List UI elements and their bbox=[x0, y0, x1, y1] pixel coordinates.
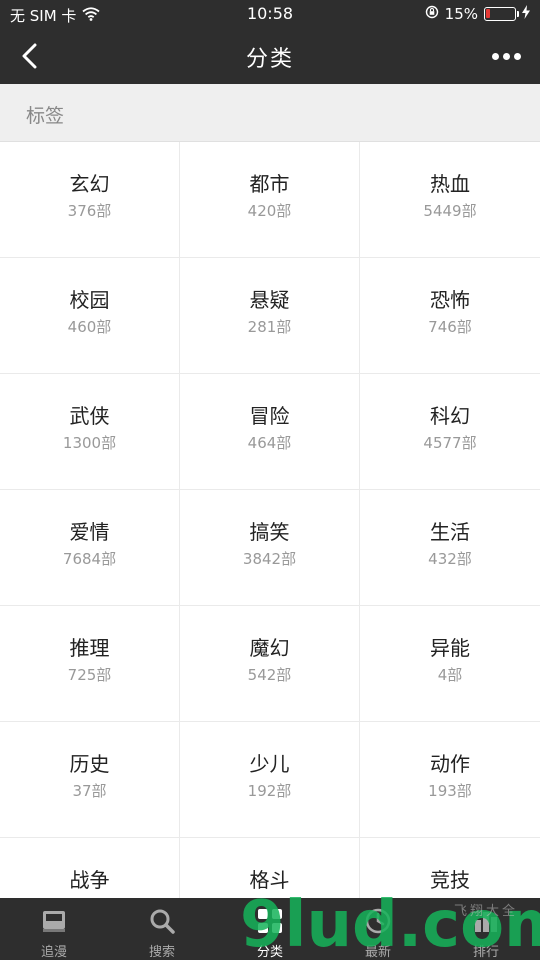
category-cell[interactable]: 动作 193部 bbox=[360, 722, 540, 837]
category-name: 异能 bbox=[430, 636, 470, 660]
tab-book[interactable]: 追漫 bbox=[0, 898, 108, 960]
rotation-lock-icon bbox=[425, 5, 439, 23]
watermark-logo: 9lud.com bbox=[240, 888, 540, 960]
more-dot-icon bbox=[513, 52, 521, 60]
category-count: 5449部 bbox=[423, 202, 477, 220]
category-cell[interactable]: 科幻 4577部 bbox=[360, 374, 540, 489]
category-cell[interactable]: 玄幻 376部 bbox=[0, 142, 179, 257]
battery-icon bbox=[484, 7, 519, 21]
category-cell[interactable]: 悬疑 281部 bbox=[180, 258, 359, 373]
category-count: 4577部 bbox=[423, 434, 477, 452]
category-count: 281部 bbox=[247, 318, 292, 336]
category-cell[interactable]: 武侠 1300部 bbox=[0, 374, 179, 489]
category-name: 少儿 bbox=[249, 752, 290, 776]
category-count: 725部 bbox=[67, 666, 112, 684]
category-count: 464部 bbox=[247, 434, 292, 452]
category-cell[interactable]: 都市 420部 bbox=[180, 142, 359, 257]
category-cell[interactable]: 爱情 7684部 bbox=[0, 490, 179, 605]
category-count: 193部 bbox=[428, 782, 472, 800]
category-name: 科幻 bbox=[430, 404, 470, 428]
category-cell[interactable]: 冒险 464部 bbox=[180, 374, 359, 489]
category-cell[interactable]: 战争 bbox=[0, 838, 179, 898]
more-dot-icon bbox=[502, 52, 510, 60]
category-count: 460部 bbox=[67, 318, 112, 336]
category-cell[interactable]: 校园 460部 bbox=[0, 258, 179, 373]
category-count: 37部 bbox=[72, 782, 107, 800]
category-name: 爱情 bbox=[69, 520, 110, 544]
category-name: 都市 bbox=[249, 172, 290, 196]
category-count: 376部 bbox=[67, 202, 112, 220]
battery-level bbox=[486, 9, 490, 18]
nav-bar: 分类 bbox=[0, 28, 540, 84]
app-header: 无 SIM 卡 10:58 15% 分类 bbox=[0, 0, 540, 84]
category-cell[interactable]: 推理 725部 bbox=[0, 606, 179, 721]
category-name: 冒险 bbox=[249, 404, 290, 428]
category-count: 3842部 bbox=[242, 550, 297, 568]
category-name: 推理 bbox=[69, 636, 110, 660]
watermark: 9lud.com 飞翔大全 bbox=[240, 880, 540, 960]
more-dot-icon bbox=[491, 52, 499, 60]
category-cell[interactable]: 生活 432部 bbox=[360, 490, 540, 605]
tab-label: 追漫 bbox=[40, 945, 67, 960]
category-cell[interactable]: 热血 5449部 bbox=[360, 142, 540, 257]
category-count: 7684部 bbox=[62, 550, 117, 568]
book-icon bbox=[39, 906, 69, 936]
category-cell[interactable]: 历史 37部 bbox=[0, 722, 179, 837]
status-bar: 无 SIM 卡 10:58 15% bbox=[0, 0, 540, 28]
category-name: 动作 bbox=[430, 752, 470, 776]
category-count: 1300部 bbox=[62, 434, 117, 452]
category-name: 悬疑 bbox=[249, 288, 290, 312]
watermark-subtext: 飞翔大全 bbox=[453, 904, 518, 919]
category-grid-inner: 玄幻 376部 都市 420部 热血 5449部校园 460部 悬疑 281部 恐怖 746部武侠 1… bbox=[0, 142, 540, 898]
category-count: 746部 bbox=[428, 318, 472, 336]
category-cell[interactable]: 少儿 192部 bbox=[180, 722, 359, 837]
category-name: 热血 bbox=[430, 172, 470, 196]
category-name: 历史 bbox=[69, 752, 110, 776]
category-name: 搞笑 bbox=[249, 520, 290, 544]
more-button[interactable] bbox=[486, 36, 526, 76]
category-cell[interactable]: 恐怖 746部 bbox=[360, 258, 540, 373]
charging-bolt-icon bbox=[522, 5, 530, 23]
category-name: 校园 bbox=[69, 288, 110, 312]
category-name: 恐怖 bbox=[430, 288, 470, 312]
category-cell[interactable]: 魔幻 542部 bbox=[180, 606, 359, 721]
page-title: 分类 bbox=[245, 47, 294, 72]
section-label: 标签 bbox=[26, 105, 65, 127]
category-cell[interactable]: 异能 4部 bbox=[360, 606, 540, 721]
tab-label: 搜索 bbox=[148, 945, 175, 960]
category-count: 420部 bbox=[247, 202, 292, 220]
category-count: 4部 bbox=[437, 666, 463, 684]
category-name: 生活 bbox=[430, 520, 470, 544]
category-name: 玄幻 bbox=[69, 172, 110, 196]
category-grid: 玄幻 376部 都市 420部 热血 5449部校园 460部 悬疑 281部 恐怖 746部武侠 1… bbox=[0, 142, 540, 898]
category-name: 战争 bbox=[69, 868, 110, 892]
tab-search[interactable]: 搜索 bbox=[108, 898, 216, 960]
watermark-text: 9lud.com bbox=[240, 888, 540, 960]
category-name: 魔幻 bbox=[249, 636, 290, 660]
status-right: 15% bbox=[425, 5, 530, 23]
category-count: 432部 bbox=[428, 550, 472, 568]
battery-percent: 15% bbox=[444, 5, 478, 23]
category-count: 192部 bbox=[247, 782, 292, 800]
search-icon bbox=[147, 906, 177, 936]
section-header: 标签 bbox=[0, 84, 540, 142]
category-cell[interactable]: 搞笑 3842部 bbox=[180, 490, 359, 605]
category-count: 542部 bbox=[247, 666, 292, 684]
category-name: 武侠 bbox=[69, 404, 110, 428]
